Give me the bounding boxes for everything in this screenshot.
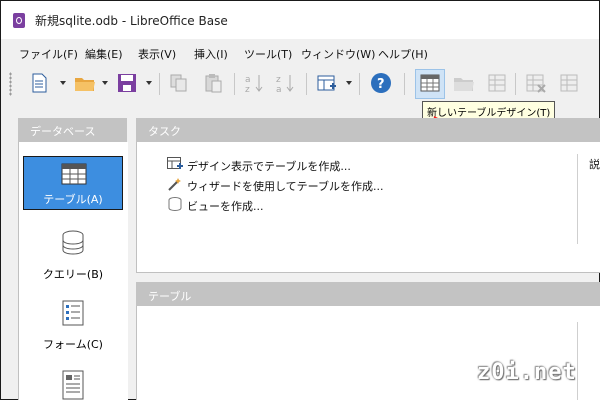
menu-bar: ファイル(F) 編集(E) 表示(V) 挿入(I) ツール(T) ウィンドウ(W…	[1, 42, 599, 64]
nav-forms-label: フォーム(C)	[43, 338, 103, 351]
sort-descending-icon[interactable]: za	[273, 71, 297, 95]
menu-tools[interactable]: ツール(T)	[244, 46, 292, 62]
menu-insert[interactable]: 挿入(I)	[194, 46, 228, 62]
database-pane-title: データベース	[30, 125, 96, 138]
copy-icon[interactable]	[167, 71, 191, 95]
menu-file[interactable]: ファイル(F)	[19, 46, 78, 62]
toolbar-separator	[234, 73, 235, 95]
toolbar-separator	[159, 73, 160, 95]
window-title: 新規sqlite.odb - LibreOffice Base	[35, 14, 228, 28]
tables-divider	[577, 322, 578, 400]
toolbar-grip[interactable]	[9, 72, 12, 96]
nav-forms[interactable]: フォーム(C)	[23, 298, 123, 354]
edit-table-icon[interactable]	[486, 71, 510, 95]
new-table-design-icon[interactable]	[418, 71, 442, 95]
paste-icon[interactable]	[201, 71, 225, 95]
libreoffice-base-icon	[13, 13, 25, 28]
queries-icon	[62, 230, 84, 255]
tables-pane-title: テーブル	[148, 290, 192, 303]
new-document-icon[interactable]	[27, 71, 51, 95]
toolbar-separator	[515, 73, 516, 95]
database-pane: テーブル(A) クエリー(B) フォーム(C)	[18, 142, 128, 400]
toolbar-separator	[306, 73, 307, 95]
nav-queries-label: クエリー(B)	[42, 268, 104, 281]
open-folder-icon[interactable]	[73, 71, 97, 95]
nav-queries[interactable]: クエリー(B)	[23, 228, 123, 284]
toolbar-separator	[359, 73, 360, 95]
task-create-design-label: デザイン表示でテーブルを作成...	[187, 160, 351, 173]
view-icon	[168, 197, 182, 211]
task-pane: デザイン表示でテーブルを作成... ウィザードを使用してテーブルを作成... ビ…	[136, 142, 600, 273]
tables-icon	[61, 163, 87, 185]
reports-icon	[62, 370, 84, 400]
save-icon[interactable]	[115, 71, 139, 95]
svg-text:?: ?	[377, 77, 385, 92]
nav-reports[interactable]	[23, 368, 123, 400]
svg-text:a: a	[276, 85, 282, 95]
database-pane-header: データベース	[18, 118, 127, 142]
title-bar: 新規sqlite.odb - LibreOffice Base	[1, 1, 599, 39]
forms-icon	[62, 300, 84, 326]
nav-tables-label: テーブル(A)	[43, 193, 103, 206]
form-dropdown-arrow[interactable]	[346, 81, 352, 85]
tables-list[interactable]	[136, 306, 600, 400]
save-dropdown-arrow[interactable]	[146, 81, 152, 85]
open-dropdown-arrow[interactable]	[102, 81, 108, 85]
task-create-view-label: ビューを作成...	[187, 200, 264, 213]
menu-edit[interactable]: 編集(E)	[85, 46, 123, 62]
watermark: z0i.net	[477, 360, 577, 385]
form-report-icon[interactable]	[315, 71, 339, 95]
help-icon[interactable]: ?	[369, 71, 393, 95]
menu-window[interactable]: ウィンドウ(W)	[301, 46, 375, 62]
sort-ascending-icon[interactable]: az	[242, 71, 266, 95]
table-design-icon	[167, 157, 183, 169]
new-dropdown-arrow[interactable]	[60, 81, 66, 85]
task-create-wizard-label: ウィザードを使用してテーブルを作成...	[187, 180, 384, 193]
rename-table-icon[interactable]	[558, 71, 582, 95]
toolbar-separator	[404, 73, 405, 95]
open-table-icon[interactable]	[452, 71, 476, 95]
svg-text:a: a	[245, 75, 251, 85]
delete-table-icon[interactable]	[524, 71, 548, 95]
task-divider	[577, 154, 578, 244]
menu-help[interactable]: ヘルプ(H)	[378, 46, 428, 62]
svg-text:z: z	[276, 75, 281, 85]
nav-tables[interactable]: テーブル(A)	[23, 156, 123, 210]
task-pane-header: タスク	[136, 118, 600, 142]
wizard-wand-icon	[168, 178, 181, 191]
task-pane-title: タスク	[148, 125, 181, 138]
menu-view[interactable]: 表示(V)	[138, 46, 176, 62]
svg-text:z: z	[245, 85, 250, 95]
tables-pane-header: テーブル	[136, 282, 600, 306]
description-label: 説	[589, 158, 600, 171]
